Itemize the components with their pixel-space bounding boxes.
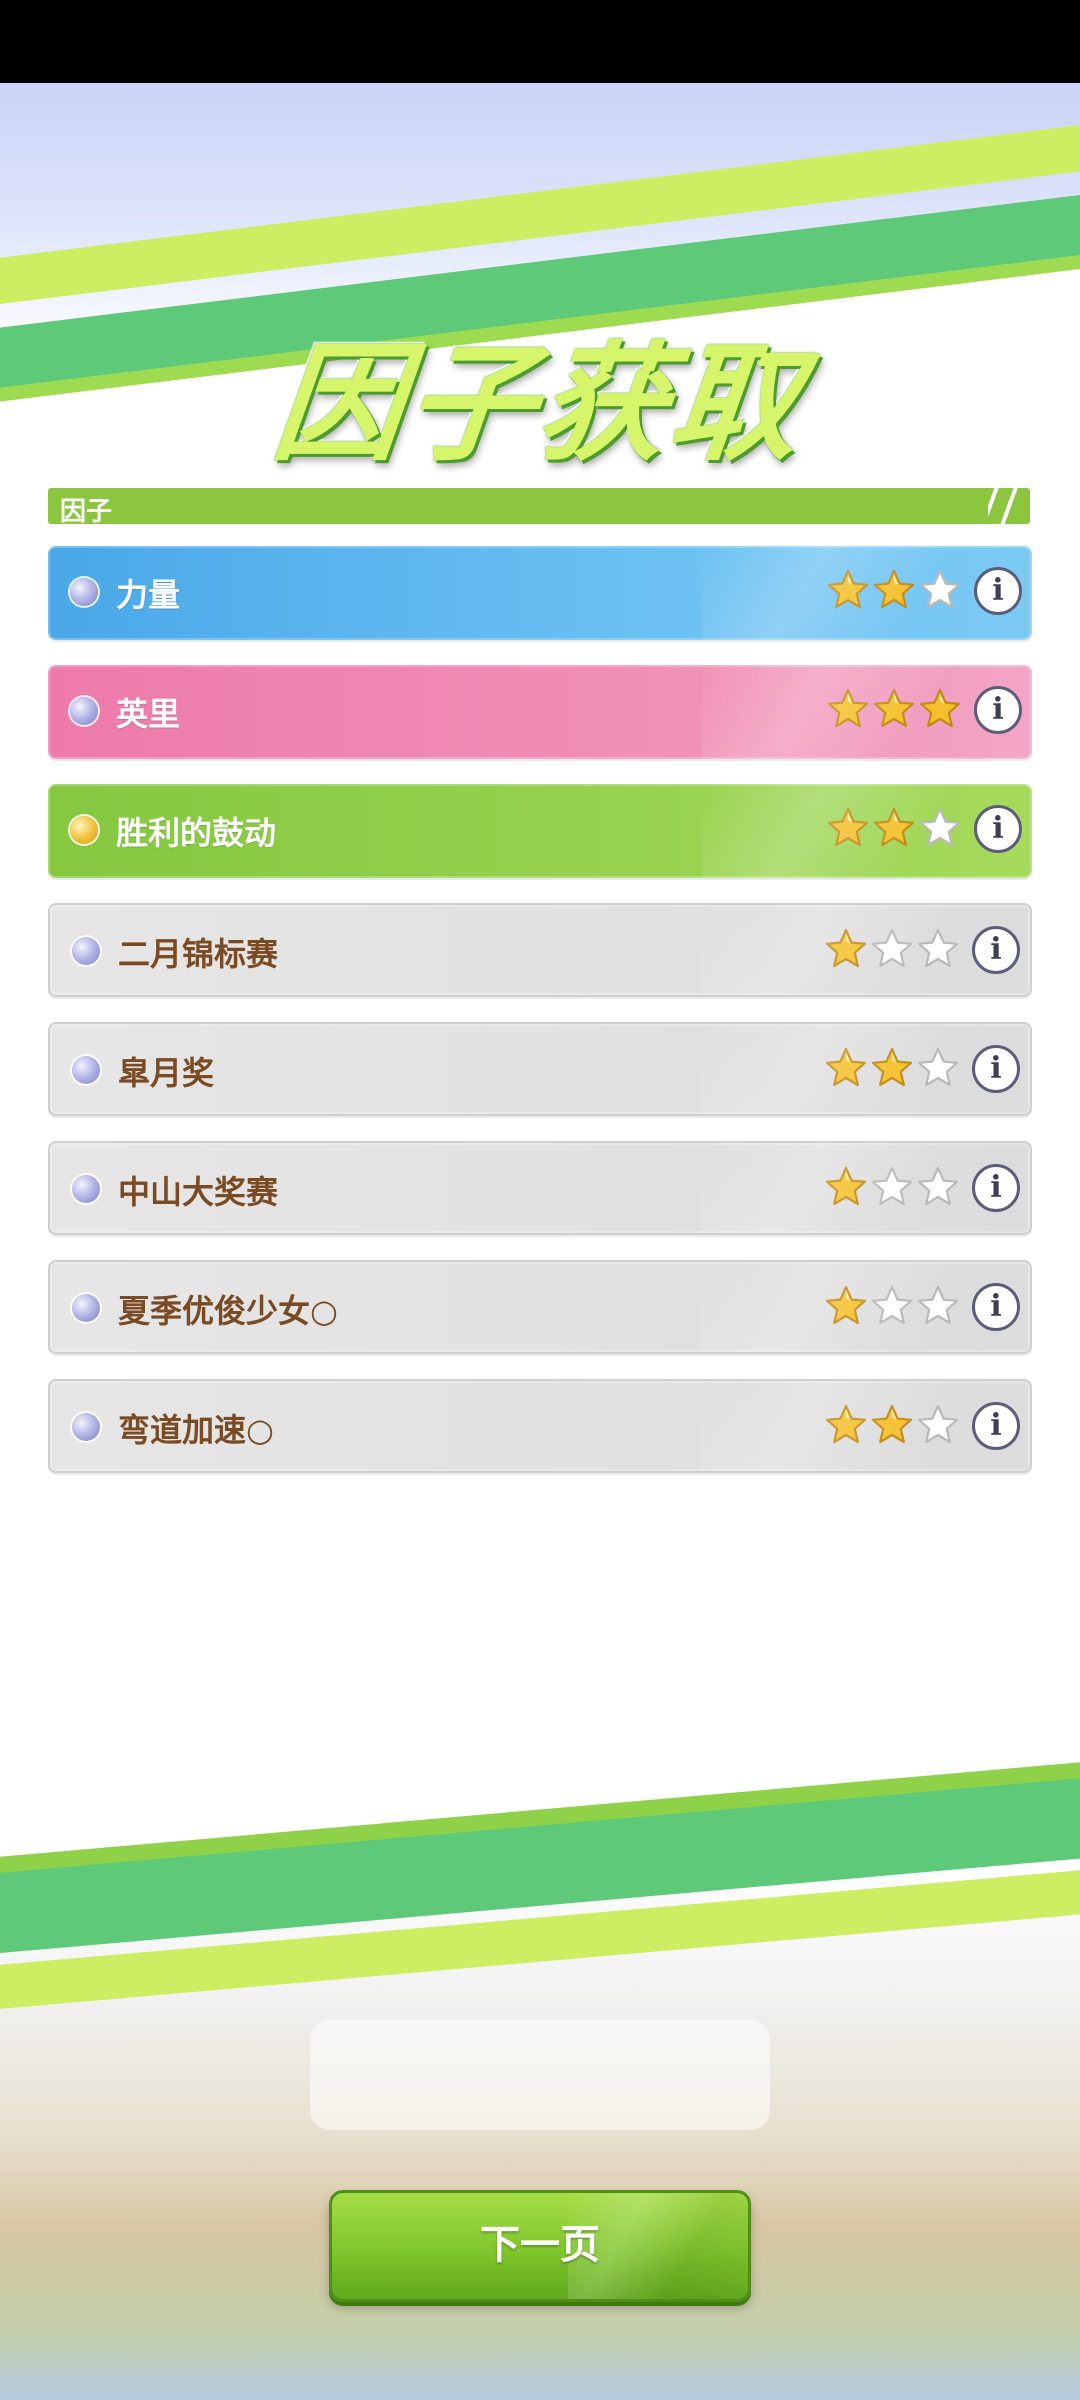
factor-list: 力量 i 英里 i 胜利的鼓动 i 二月锦标赛 i 皐月奖 i 中山大奖赛 i 夏季优俊少女○ i 弯道加速…	[48, 546, 1032, 1498]
star-rating	[826, 568, 962, 612]
factor-row[interactable]: 皐月奖 i	[48, 1022, 1032, 1116]
star-empty-icon	[918, 568, 962, 612]
factor-row[interactable]: 力量 i	[48, 546, 1032, 640]
factor-row[interactable]: 弯道加速○ i	[48, 1379, 1032, 1473]
info-icon[interactable]: i	[974, 805, 1022, 853]
star-filled-icon	[824, 1046, 868, 1090]
star-rating	[826, 687, 962, 731]
star-filled-icon	[870, 1403, 914, 1447]
star-filled-icon	[824, 1403, 868, 1447]
status-bar	[0, 0, 1080, 83]
factor-row[interactable]: 中山大奖赛 i	[48, 1141, 1032, 1235]
star-rating	[824, 1403, 960, 1447]
info-icon[interactable]: i	[972, 1164, 1020, 1212]
factor-gem-icon	[72, 1413, 100, 1441]
factor-gem-icon	[72, 1294, 100, 1322]
factor-name: 中山大奖赛	[118, 1173, 279, 1211]
star-filled-icon	[826, 568, 870, 612]
factor-gem-icon	[72, 1056, 100, 1084]
factor-row[interactable]: 二月锦标赛 i	[48, 903, 1032, 997]
next-page-button[interactable]: 下一页	[329, 2190, 751, 2302]
star-rating	[824, 927, 960, 971]
star-filled-icon	[824, 1284, 868, 1328]
factor-name: 英里	[116, 695, 181, 733]
star-filled-icon	[872, 806, 916, 850]
factor-name: 皐月奖	[118, 1054, 215, 1092]
page-title: 因子获取	[266, 330, 811, 479]
factor-name: 二月锦标赛	[118, 935, 279, 973]
star-filled-icon	[918, 687, 962, 731]
factor-name: 弯道加速○	[118, 1411, 274, 1449]
factor-gem-icon	[72, 937, 100, 965]
section-header: 因子	[48, 488, 1030, 527]
star-empty-icon	[916, 1284, 960, 1328]
star-empty-icon	[870, 1284, 914, 1328]
star-filled-icon	[826, 806, 870, 850]
info-icon[interactable]: i	[972, 1402, 1020, 1450]
slash-decoration	[988, 488, 1018, 524]
factor-gem-icon	[70, 697, 98, 725]
star-empty-icon	[870, 927, 914, 971]
info-icon[interactable]: i	[972, 926, 1020, 974]
factor-name: 夏季优俊少女○	[118, 1292, 338, 1330]
next-page-label: 下一页	[480, 2222, 600, 2268]
factor-row[interactable]: 胜利的鼓动 i	[48, 784, 1032, 878]
star-rating	[824, 1165, 960, 1209]
factor-gem-icon	[70, 816, 98, 844]
factor-name: 力量	[116, 576, 181, 614]
factor-row[interactable]: 英里 i	[48, 665, 1032, 759]
star-filled-icon	[826, 687, 870, 731]
factor-gem-icon	[72, 1175, 100, 1203]
star-empty-icon	[870, 1165, 914, 1209]
star-filled-icon	[824, 927, 868, 971]
star-empty-icon	[916, 1403, 960, 1447]
star-rating	[826, 806, 962, 850]
star-filled-icon	[824, 1165, 868, 1209]
star-rating	[824, 1284, 960, 1328]
star-empty-icon	[916, 1046, 960, 1090]
info-icon[interactable]: i	[972, 1045, 1020, 1093]
star-rating	[824, 1046, 960, 1090]
factor-row[interactable]: 夏季优俊少女○ i	[48, 1260, 1032, 1354]
info-icon[interactable]: i	[974, 567, 1022, 615]
star-filled-icon	[872, 568, 916, 612]
star-filled-icon	[872, 687, 916, 731]
info-icon[interactable]: i	[972, 1283, 1020, 1331]
star-empty-icon	[916, 927, 960, 971]
factor-gem-icon	[70, 578, 98, 606]
star-empty-icon	[918, 806, 962, 850]
section-label: 因子	[60, 497, 113, 527]
factor-name: 胜利的鼓动	[116, 814, 277, 852]
star-empty-icon	[916, 1165, 960, 1209]
info-icon[interactable]: i	[974, 686, 1022, 734]
star-filled-icon	[870, 1046, 914, 1090]
